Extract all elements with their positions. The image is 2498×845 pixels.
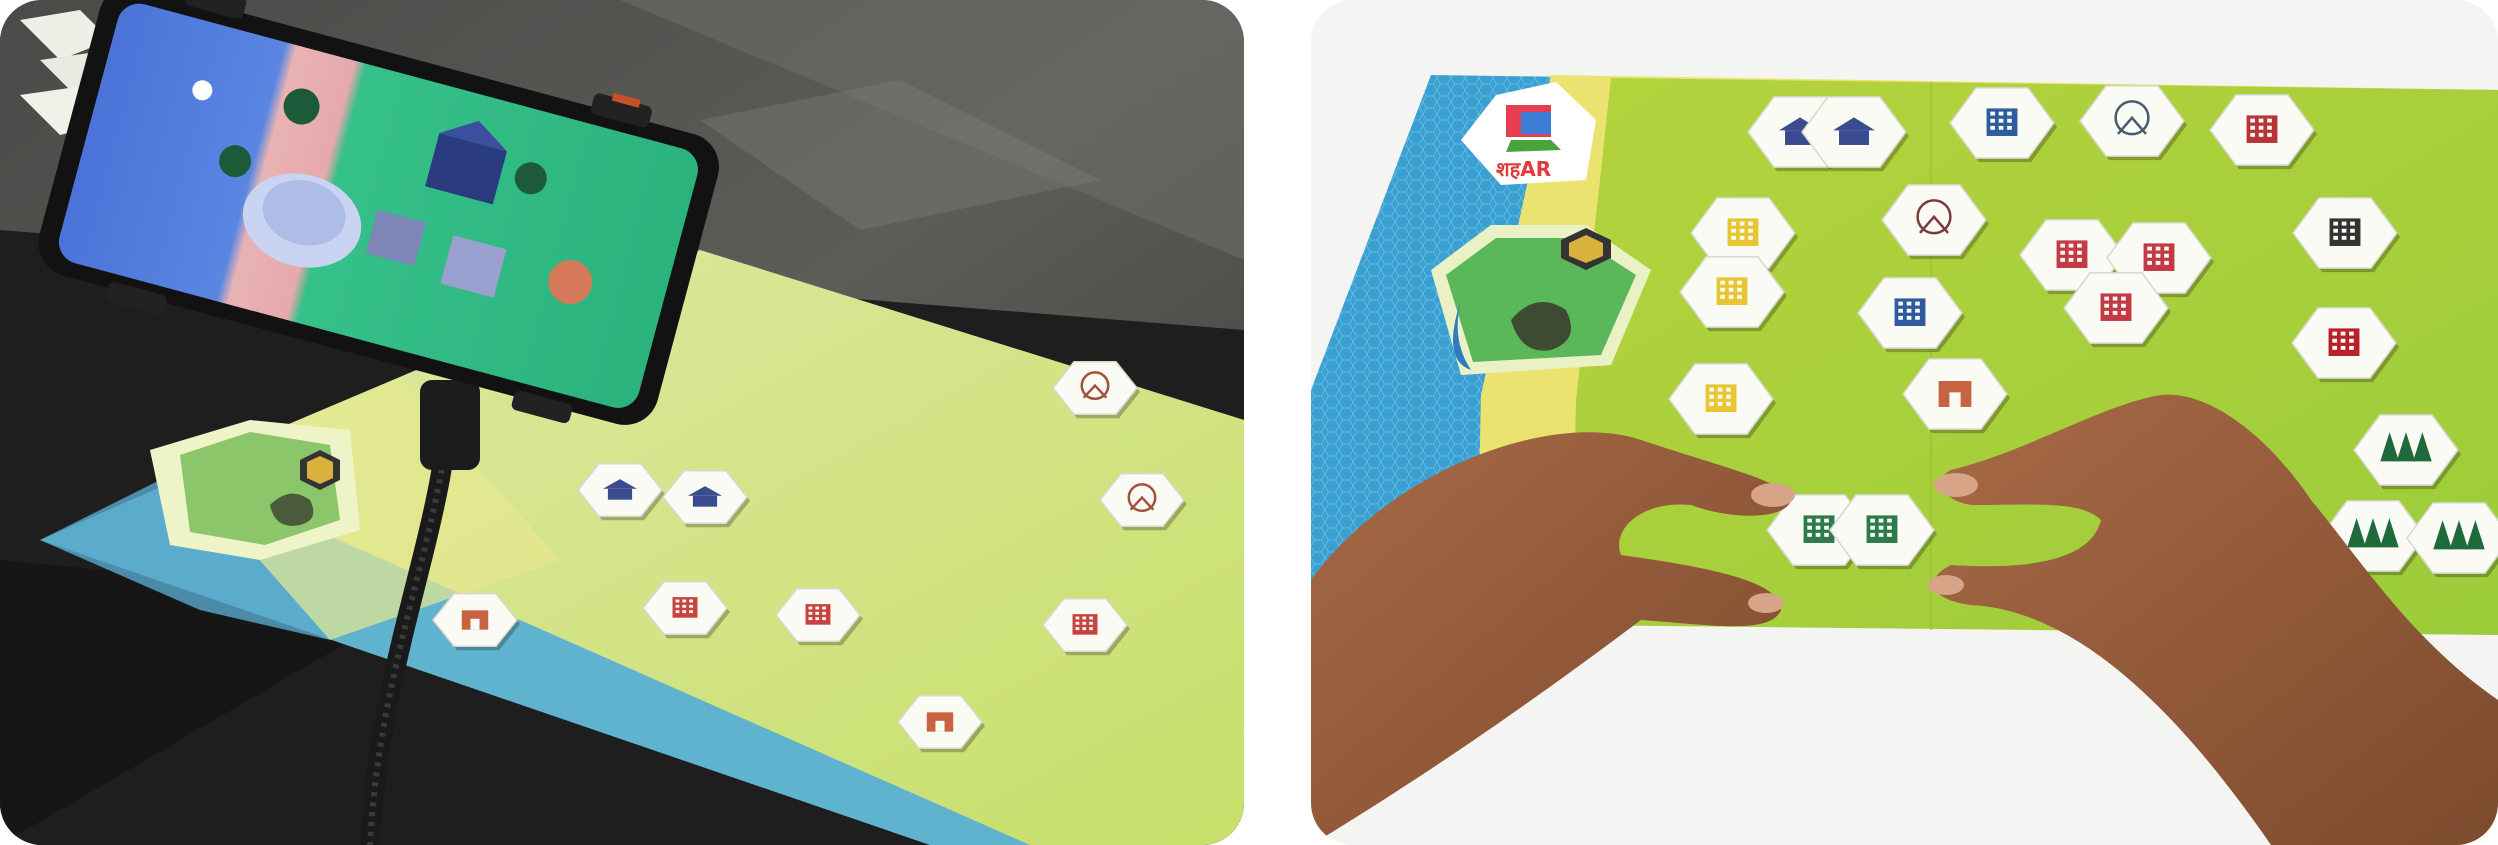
barn-icon — [2328, 328, 2360, 356]
green-shop-icon — [1866, 515, 1898, 543]
gate-icon — [461, 610, 489, 630]
red-apartment-icon — [2143, 243, 2175, 271]
apartment-icon — [672, 597, 698, 618]
blue-building-icon — [1986, 108, 2018, 136]
yellow-house-icon — [1705, 384, 1737, 412]
board-logo-text: शहAR — [1496, 157, 1551, 181]
apartment-icon — [805, 604, 831, 625]
left-photo-scene — [0, 0, 1244, 845]
yellow-house-icon — [1727, 218, 1759, 246]
stadium-icon — [2329, 218, 2361, 246]
gate-icon — [1938, 381, 1972, 407]
left-photo — [0, 0, 1244, 845]
right-photo: शहAR — [1311, 0, 2498, 845]
red-apartment-icon — [2100, 293, 2132, 321]
blue-building-icon — [1894, 298, 1926, 326]
yellow-house-icon — [1716, 277, 1748, 305]
island-map — [150, 420, 360, 560]
gate-icon — [926, 712, 954, 732]
right-photo-scene: शहAR — [1311, 0, 2498, 845]
red-tower-icon — [2246, 115, 2278, 143]
apartment-icon — [1072, 614, 1098, 635]
red-apartment-icon — [2056, 240, 2088, 268]
